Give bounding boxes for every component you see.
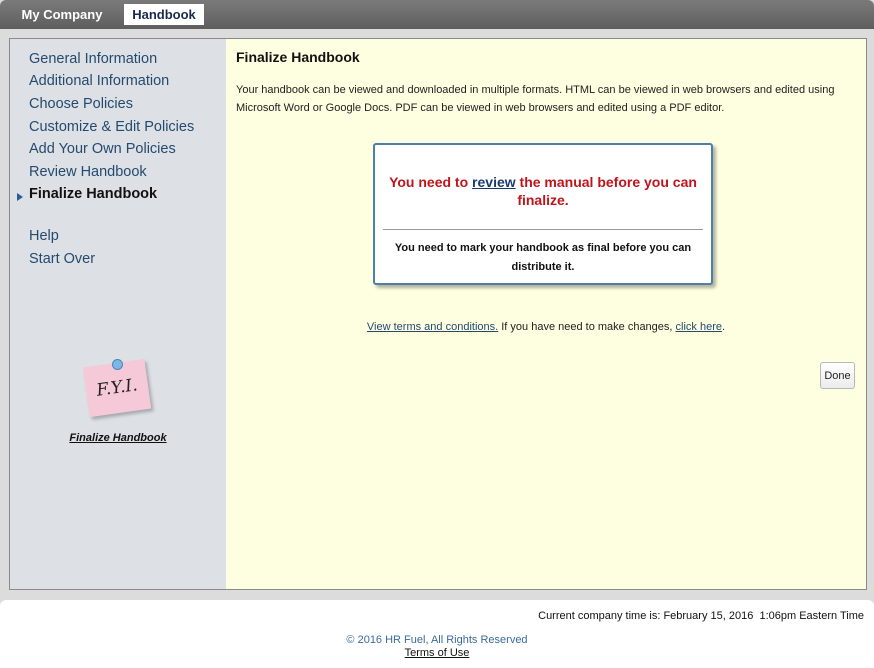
terms-line: View terms and conditions. If you have n… [236,321,856,333]
sidebar-item-general-information[interactable]: General Information [29,51,157,67]
page-title: Finalize Handbook [236,49,360,65]
sidebar: General Information Additional Informati… [10,39,226,589]
sidebar-item-finalize-handbook[interactable]: Finalize Handbook [29,186,157,202]
sidebar-item-add-your-own-policies[interactable]: Add Your Own Policies [29,141,176,157]
company-time: Current company time is: February 15, 20… [538,610,864,622]
active-item-arrow-icon [17,193,23,201]
terms-middle-text: If you have need to make changes, [498,321,676,333]
finalize-message-box: You need to review the manual before you… [373,143,713,285]
mark-final-notice: You need to mark your handbook as final … [394,242,692,273]
fyi-finalize-handbook-link[interactable]: Finalize Handbook [10,432,226,444]
fyi-sticky-note-icon: F.Y.I. [82,358,156,419]
copyright: © 2016 HR Fuel, All Rights Reserved [346,634,528,646]
top-tab-bar: My Company Handbook [0,0,874,29]
tab-handbook[interactable]: Handbook [124,4,204,25]
footer: Current company time is: February 15, 20… [0,600,874,668]
pushpin-icon [112,359,123,370]
warning-suffix: the manual before you can finalize. [515,174,697,208]
done-button[interactable]: Done [820,362,855,389]
sidebar-item-start-over[interactable]: Start Over [29,251,95,267]
terms-end-text: . [722,321,726,333]
click-here-link[interactable]: click here [676,321,722,333]
content-area: Finalize Handbook Your handbook can be v… [236,39,856,589]
tab-my-company[interactable]: My Company [12,4,112,25]
main-frame: General Information Additional Informati… [9,38,867,590]
review-link[interactable]: review [472,174,516,190]
sidebar-item-help[interactable]: Help [29,228,59,244]
sidebar-item-choose-policies[interactable]: Choose Policies [29,96,133,112]
warning-prefix: You need to [389,174,473,190]
sidebar-item-customize-edit-policies[interactable]: Customize & Edit Policies [29,119,194,135]
finalize-warning: You need to review the manual before you… [385,173,701,209]
sidebar-item-additional-information[interactable]: Additional Information [29,73,169,89]
message-divider [383,229,703,230]
intro-text: Your handbook can be viewed and download… [236,84,835,114]
sidebar-item-review-handbook[interactable]: Review Handbook [29,164,147,180]
view-terms-link[interactable]: View terms and conditions. [367,321,498,333]
terms-of-use-link[interactable]: Terms of Use [0,647,874,659]
